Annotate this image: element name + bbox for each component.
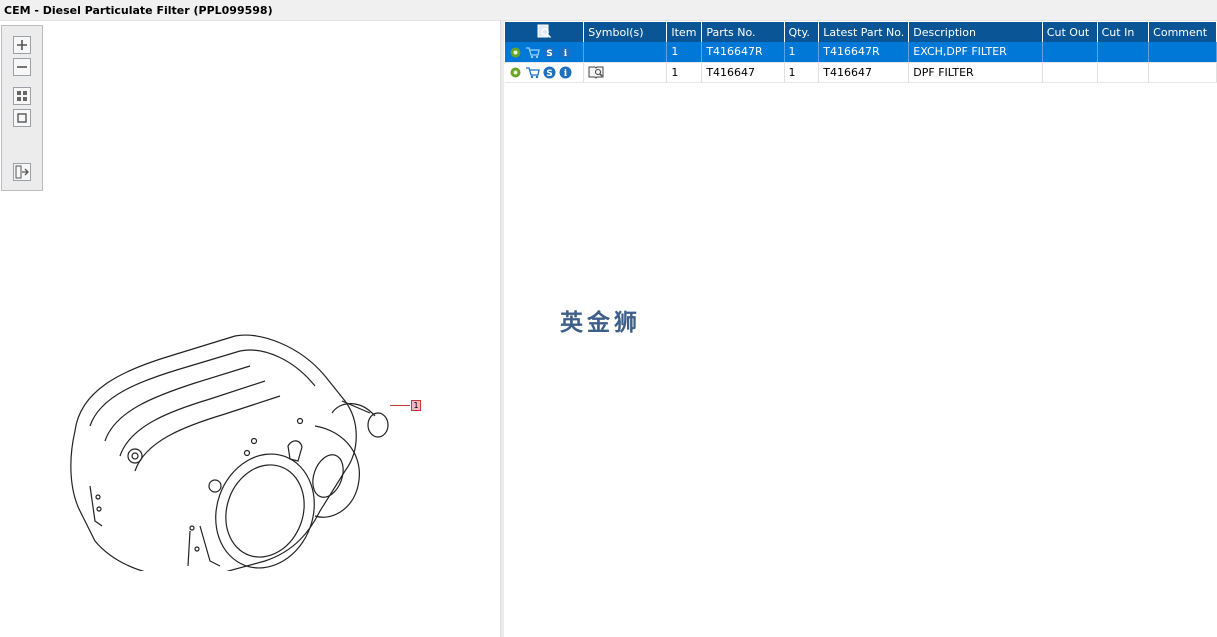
actual-size-icon <box>17 113 27 123</box>
cart-icon[interactable] <box>525 66 540 79</box>
fit-window-icon <box>17 91 27 101</box>
zoom-out-button[interactable] <box>13 58 31 76</box>
search-list-icon <box>537 24 552 38</box>
parts-table: Symbol(s) Item Parts No. Qty. Latest Par… <box>505 22 1217 83</box>
cell-description: EXCH,DPF FILTER <box>908 42 1043 63</box>
actual-size-button[interactable] <box>13 109 31 127</box>
title-bar: CEM - Diesel Particulate Filter (PPL0995… <box>0 0 1217 21</box>
cell-symbols <box>583 62 668 83</box>
zoom-in-button[interactable] <box>13 36 31 54</box>
column-header-qty[interactable]: Qty. <box>784 22 820 42</box>
table-row[interactable]: Si 1 T416647R 1 T416647R EXCH,DPF FILTER <box>505 42 1217 63</box>
gear-icon[interactable] <box>509 46 522 59</box>
zoom-out-icon <box>17 66 27 68</box>
cell-symbols <box>583 42 668 63</box>
callout-leader-line <box>390 405 410 406</box>
cell-item: 1 <box>666 42 703 63</box>
cell-cut-out <box>1042 42 1098 63</box>
cell-parts-no: T416647 <box>701 62 785 83</box>
column-header-actions[interactable] <box>505 22 585 42</box>
cell-cut-in <box>1097 62 1150 83</box>
row-action-icons: Si <box>505 62 585 83</box>
cell-qty: 1 <box>784 42 820 63</box>
cell-description: DPF FILTER <box>908 62 1043 83</box>
table-row[interactable]: Si 1 T416647 1 T416647 DPF FILTER <box>505 62 1217 83</box>
gear-icon[interactable] <box>509 66 522 79</box>
window-title: CEM - Diesel Particulate Filter (PPL0995… <box>4 4 273 17</box>
export-arrow-icon <box>15 165 29 179</box>
column-header-cut-out[interactable]: Cut Out <box>1042 22 1098 42</box>
zoom-in-icon <box>17 40 27 50</box>
svg-text:S: S <box>546 69 552 79</box>
callout-item-1[interactable]: 1 <box>411 400 421 411</box>
column-header-description[interactable]: Description <box>908 22 1043 42</box>
s-icon[interactable]: S <box>543 46 556 59</box>
svg-text:i: i <box>564 69 568 79</box>
info-icon[interactable]: i <box>559 66 572 79</box>
cell-parts-no: T416647R <box>701 42 785 63</box>
cart-icon[interactable] <box>525 46 540 59</box>
zoom-toolbox <box>1 25 43 191</box>
dpf-filter-drawing[interactable] <box>60 321 390 571</box>
svg-text:S: S <box>546 48 552 58</box>
column-header-parts-no[interactable]: Parts No. <box>701 22 785 42</box>
column-header-latest-part-no[interactable]: Latest Part No. <box>818 22 910 42</box>
info-icon[interactable]: i <box>559 46 572 59</box>
fit-window-button[interactable] <box>13 87 31 105</box>
export-button[interactable] <box>13 163 31 181</box>
cell-comment <box>1148 62 1217 83</box>
cell-latest-part-no: T416647 <box>818 62 910 83</box>
s-icon[interactable]: S <box>543 66 556 79</box>
parts-list-pane: Symbol(s) Item Parts No. Qty. Latest Par… <box>504 21 1217 637</box>
cell-cut-out <box>1042 62 1098 83</box>
watermark-logo: 英金狮 <box>560 310 641 336</box>
column-header-comment[interactable]: Comment <box>1148 22 1217 42</box>
row-action-icons: Si <box>505 42 585 63</box>
drawing-pane[interactable]: 1 <box>0 21 500 637</box>
cell-latest-part-no: T416647R <box>818 42 910 63</box>
column-header-cut-in[interactable]: Cut In <box>1097 22 1150 42</box>
cell-qty: 1 <box>784 62 820 83</box>
cell-item: 1 <box>666 62 703 83</box>
table-header-row: Symbol(s) Item Parts No. Qty. Latest Par… <box>505 22 1217 42</box>
column-header-symbols[interactable]: Symbol(s) <box>583 22 668 42</box>
cell-cut-in <box>1097 42 1150 63</box>
svg-text:i: i <box>564 49 568 59</box>
book-search-icon[interactable] <box>588 65 605 79</box>
cell-comment <box>1148 42 1217 63</box>
column-header-item[interactable]: Item <box>666 22 703 42</box>
